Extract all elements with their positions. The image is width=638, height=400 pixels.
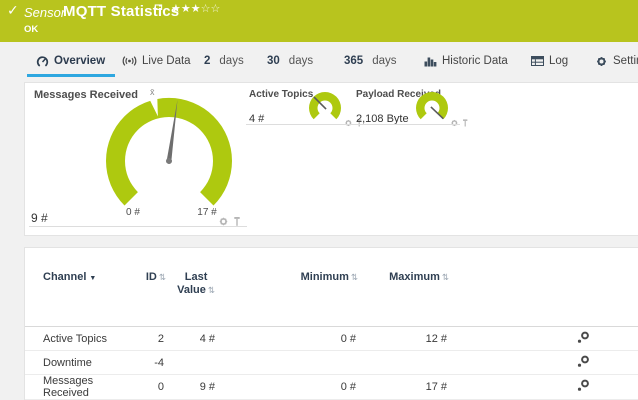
tab-bar: Overview Live Data 2days 30days 365days …	[0, 42, 638, 78]
tab-settings[interactable]: Settings	[595, 48, 638, 74]
flag-icon[interactable]	[154, 3, 163, 21]
column-header-label: Minimum	[301, 271, 349, 283]
gauge-settings-gear-icon[interactable]	[218, 214, 229, 232]
tab-label: Log	[549, 55, 568, 67]
column-header-label: Maximum	[389, 271, 440, 283]
messages-received-gauge	[99, 85, 239, 215]
channel-maximum	[358, 351, 449, 375]
tab-label: days	[289, 55, 313, 67]
tab-label: days	[219, 55, 243, 67]
channel-id: 0	[140, 375, 166, 400]
column-header-maximum[interactable]: Maximum⇅	[358, 248, 449, 327]
channel-id: -4	[140, 351, 166, 375]
sort-desc-icon: ▼	[89, 275, 96, 282]
payload-received-gauge	[414, 90, 450, 126]
column-header-id[interactable]: ID⇅	[140, 248, 166, 327]
channel-name[interactable]: Active Topics	[25, 327, 140, 351]
channel-minimum	[221, 351, 358, 375]
tab-label: Settings	[613, 55, 638, 67]
tab-overview[interactable]: Overview	[36, 48, 105, 74]
tile-divider	[29, 226, 247, 227]
channel-minimum: 0 #	[221, 327, 358, 351]
column-header-last-value[interactable]: LastValue⇅	[166, 248, 221, 327]
edit-channel-icon[interactable]	[577, 359, 589, 371]
channel-last-value: 4 #	[166, 327, 221, 351]
channel-actions	[449, 351, 638, 375]
tab-log[interactable]: Log	[531, 48, 568, 74]
channel-maximum: 17 #	[358, 375, 449, 400]
sort-icon: ⇅	[159, 273, 166, 283]
priority-rating[interactable]: ★★★☆☆	[171, 2, 220, 15]
column-header-channel[interactable]: Channel▼	[25, 248, 140, 327]
tab-number: 30	[267, 55, 280, 67]
channel-actions	[449, 375, 638, 400]
bar-chart-icon	[424, 56, 437, 67]
column-header-label: Last	[185, 271, 208, 283]
gauge-icon	[36, 55, 49, 68]
object-kind-label: Sensor	[24, 5, 65, 20]
column-header-actions	[449, 248, 638, 327]
tab-2-days[interactable]: 2 days	[204, 48, 244, 74]
channel-id: 2	[140, 327, 166, 351]
gauge-title: Active Topics	[249, 89, 313, 100]
gear-icon	[595, 55, 608, 68]
status-ok-check-icon: ✓	[7, 3, 19, 19]
active-topics-gauge	[307, 90, 343, 126]
column-header-minimum[interactable]: Minimum⇅	[221, 248, 358, 327]
table-header-row: Channel▼ ID⇅ LastValue⇅ Minimum⇅ Maximum…	[25, 248, 638, 327]
table-row[interactable]: Active Topics 2 4 # 0 # 12 #	[25, 327, 638, 351]
log-icon	[531, 56, 544, 66]
tab-live-data[interactable]: Live Data	[122, 48, 191, 74]
average-marker-label: x̄	[150, 87, 155, 97]
channel-actions	[449, 327, 638, 351]
tile-divider	[246, 124, 356, 125]
column-header-label: ID	[146, 271, 157, 283]
gauge-current-value: 9 #	[31, 211, 48, 225]
prtg-sensor-page: ✓ Sensor MQTT Statistics ★★★☆☆ OK Overvi…	[0, 0, 638, 400]
tab-label: Live Data	[142, 55, 191, 67]
gauge-tile-actions	[218, 214, 242, 232]
edit-channel-icon[interactable]	[577, 383, 589, 395]
channel-last-value	[166, 351, 221, 375]
gauge-pin-icon[interactable]	[461, 117, 469, 131]
channel-name[interactable]: Downtime	[25, 351, 140, 375]
stars-filled-icon[interactable]: ★★★	[171, 2, 201, 15]
channel-minimum: 0 #	[221, 375, 358, 400]
tab-30-days[interactable]: 30 days	[267, 48, 313, 74]
tab-label: Overview	[54, 55, 105, 67]
stars-empty-icon[interactable]: ☆☆	[201, 2, 221, 15]
gauge-min-label: 0 #	[113, 207, 153, 218]
channels-table: Channel▼ ID⇅ LastValue⇅ Minimum⇅ Maximum…	[25, 248, 638, 400]
sort-icon: ⇅	[208, 286, 215, 296]
channel-last-value: 9 #	[166, 375, 221, 400]
column-header-label: Value	[177, 284, 206, 296]
edit-channel-icon[interactable]	[577, 335, 589, 347]
sort-icon: ⇅	[351, 273, 358, 283]
broadcast-icon	[122, 55, 137, 67]
tab-number: 365	[344, 55, 363, 67]
channel-name[interactable]: Messages Received	[25, 375, 140, 400]
tab-label: days	[372, 55, 396, 67]
column-header-label: Channel	[43, 271, 86, 283]
gauge-pin-icon[interactable]	[232, 214, 242, 232]
tile-divider	[353, 124, 460, 125]
tab-number: 2	[204, 55, 210, 67]
tab-label: Historic Data	[442, 55, 508, 67]
gauges-panel: Messages Received x̄ 0 # 17 # 9 # Active…	[24, 82, 638, 236]
channels-table-panel: Channel▼ ID⇅ LastValue⇅ Minimum⇅ Maximum…	[24, 247, 638, 400]
tab-historic-data[interactable]: Historic Data	[424, 48, 508, 74]
channel-maximum: 12 #	[358, 327, 449, 351]
sensor-status-header: ✓ Sensor MQTT Statistics ★★★☆☆ OK	[0, 0, 638, 42]
status-badge: OK	[24, 24, 38, 35]
sort-icon: ⇅	[442, 273, 449, 283]
tab-365-days[interactable]: 365 days	[344, 48, 396, 74]
table-row[interactable]: Downtime -4	[25, 351, 638, 375]
table-row[interactable]: Messages Received 0 9 # 0 # 17 #	[25, 375, 638, 400]
